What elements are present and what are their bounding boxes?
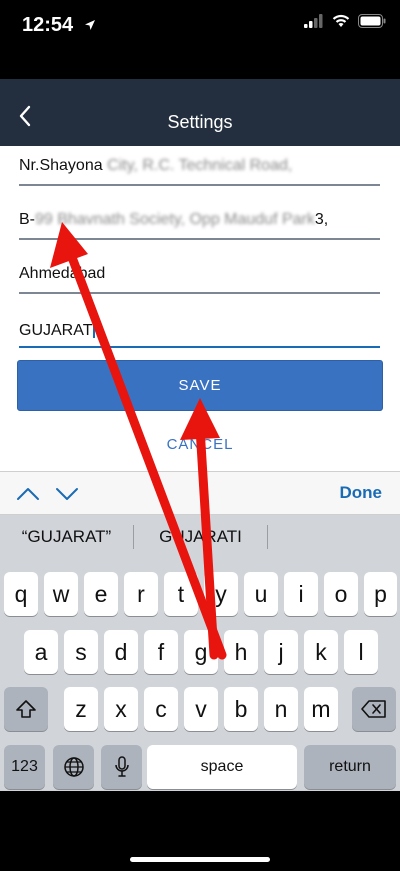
- shift-icon: [16, 700, 36, 718]
- key-t[interactable]: t: [164, 572, 198, 616]
- key-c[interactable]: c: [144, 687, 178, 731]
- key-f[interactable]: f: [144, 630, 178, 674]
- return-key[interactable]: return: [304, 745, 396, 789]
- previous-field-button[interactable]: [13, 479, 43, 509]
- key-g[interactable]: g: [184, 630, 218, 674]
- suggestion-3[interactable]: [268, 515, 400, 559]
- cancel-link[interactable]: CANCEL: [0, 436, 400, 453]
- status-time: 12:54: [22, 14, 74, 36]
- key-j[interactable]: j: [264, 630, 298, 674]
- status-bar: 12:54: [0, 0, 400, 55]
- address-line-1-text: Nr.Shayona: [19, 157, 108, 174]
- nav-bar: Settings: [0, 79, 400, 146]
- save-button[interactable]: SAVE: [17, 360, 383, 411]
- key-q[interactable]: q: [4, 572, 38, 616]
- state-text: GUJARAT: [19, 322, 93, 339]
- key-y[interactable]: y: [204, 572, 238, 616]
- chevron-up-icon: [17, 488, 39, 500]
- delete-key[interactable]: [352, 687, 396, 731]
- city-field[interactable]: Ahmedabad: [19, 254, 380, 294]
- wifi-icon: [332, 14, 350, 33]
- key-l[interactable]: l: [344, 630, 378, 674]
- key-w[interactable]: w: [44, 572, 78, 616]
- suggestion-1[interactable]: “GUJARAT”: [0, 515, 133, 559]
- space-key[interactable]: space: [147, 745, 297, 789]
- dictation-key[interactable]: [101, 745, 142, 789]
- address-line-2-obscured: 99 Bhavnath Society, Opp Mauduf Park: [35, 211, 315, 228]
- microphone-icon: [114, 756, 129, 777]
- key-d[interactable]: d: [104, 630, 138, 674]
- text-caret: [93, 319, 96, 338]
- done-button[interactable]: Done: [340, 483, 383, 503]
- status-gap: [0, 55, 400, 79]
- key-s[interactable]: s: [64, 630, 98, 674]
- home-area: [0, 791, 400, 871]
- keyboard: “GUJARAT” GUJARATI q w e r t y u i o p a…: [0, 515, 400, 791]
- key-u[interactable]: u: [244, 572, 278, 616]
- address-line-2-field[interactable]: B-99 Bhavnath Society, Opp Mauduf Park3,: [19, 200, 380, 240]
- chevron-down-icon: [56, 488, 78, 500]
- app-screen: Settings Nr.Shayona City, R.C. Technical…: [0, 79, 400, 791]
- key-o[interactable]: o: [324, 572, 358, 616]
- next-field-button[interactable]: [52, 479, 82, 509]
- battery-icon: [358, 14, 386, 33]
- state-field[interactable]: GUJARAT: [19, 308, 380, 348]
- key-i[interactable]: i: [284, 572, 318, 616]
- backspace-icon: [361, 700, 386, 718]
- key-r[interactable]: r: [124, 572, 158, 616]
- key-m[interactable]: m: [304, 687, 338, 731]
- key-h[interactable]: h: [224, 630, 258, 674]
- status-icons: [304, 14, 386, 33]
- address-line-2-tail: 3,: [314, 211, 329, 228]
- address-line-2-text: B-: [19, 211, 35, 228]
- key-k[interactable]: k: [304, 630, 338, 674]
- address-form: Nr.Shayona City, R.C. Technical Road, B-…: [0, 146, 400, 471]
- key-e[interactable]: e: [84, 572, 118, 616]
- key-z[interactable]: z: [64, 687, 98, 731]
- shift-key[interactable]: [4, 687, 48, 731]
- city-text: Ahmedabad: [19, 265, 106, 282]
- address-line-1-field[interactable]: Nr.Shayona City, R.C. Technical Road,: [19, 146, 380, 186]
- suggestion-2[interactable]: GUJARATI: [134, 515, 267, 559]
- keyboard-toolbar: Done: [0, 471, 400, 515]
- page-title: Settings: [167, 112, 233, 132]
- key-p[interactable]: p: [364, 572, 397, 616]
- key-b[interactable]: b: [224, 687, 258, 731]
- key-v[interactable]: v: [184, 687, 218, 731]
- address-line-1-obscured: City, R.C. Technical Road,: [107, 157, 293, 174]
- globe-icon: [63, 757, 84, 777]
- location-arrow-icon: [84, 18, 96, 36]
- key-a[interactable]: a: [24, 630, 58, 674]
- key-n[interactable]: n: [264, 687, 298, 731]
- suggestion-bar: “GUJARAT” GUJARATI: [0, 515, 400, 559]
- cellular-signal-icon: [304, 14, 324, 33]
- key-x[interactable]: x: [104, 687, 138, 731]
- globe-key[interactable]: [53, 745, 94, 789]
- home-indicator[interactable]: [130, 857, 270, 862]
- numbers-key[interactable]: 123: [4, 745, 45, 789]
